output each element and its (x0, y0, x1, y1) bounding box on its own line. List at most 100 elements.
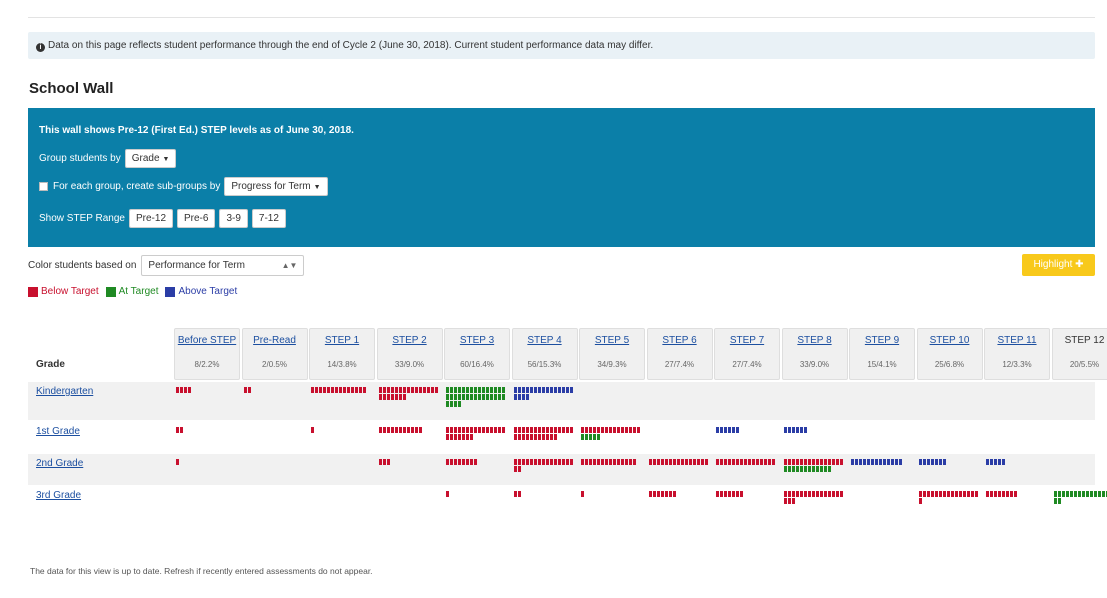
student-marker[interactable] (458, 394, 461, 400)
student-marker[interactable] (446, 434, 449, 440)
student-marker[interactable] (327, 387, 330, 393)
student-marker[interactable] (883, 459, 886, 465)
student-marker[interactable] (490, 394, 493, 400)
student-marker[interactable] (498, 394, 501, 400)
student-marker[interactable] (835, 491, 839, 497)
student-marker[interactable] (458, 401, 461, 407)
student-marker[interactable] (418, 427, 422, 433)
student-marker[interactable] (529, 459, 533, 465)
student-marker[interactable] (470, 427, 473, 433)
student-marker[interactable] (752, 459, 755, 465)
student-marker[interactable] (772, 459, 775, 465)
student-marker[interactable] (494, 387, 497, 393)
student-marker[interactable] (791, 491, 795, 497)
student-marker[interactable] (390, 394, 394, 400)
student-marker[interactable] (617, 459, 620, 465)
student-marker[interactable] (585, 434, 588, 440)
student-marker[interactable] (637, 427, 640, 433)
student-marker[interactable] (986, 459, 989, 465)
student-marker[interactable] (382, 394, 386, 400)
level-name[interactable]: STEP 5 (580, 335, 644, 346)
student-marker[interactable] (386, 387, 390, 393)
student-marker[interactable] (466, 427, 469, 433)
student-marker[interactable] (783, 459, 787, 465)
level-name[interactable]: STEP 7 (715, 335, 779, 346)
student-marker[interactable] (895, 459, 898, 465)
student-marker[interactable] (490, 387, 493, 393)
student-marker[interactable] (402, 394, 406, 400)
student-marker[interactable] (768, 459, 771, 465)
student-marker[interactable] (450, 434, 453, 440)
student-marker[interactable] (791, 427, 795, 433)
level-name[interactable]: Pre-Read (243, 335, 307, 346)
student-marker[interactable] (533, 387, 537, 393)
student-marker[interactable] (549, 427, 553, 433)
grade-link[interactable]: 1st Grade (36, 426, 80, 437)
student-marker[interactable] (589, 427, 592, 433)
student-marker[interactable] (525, 387, 529, 393)
student-marker[interactable] (875, 459, 878, 465)
student-marker[interactable] (839, 491, 843, 497)
student-marker[interactable] (1002, 491, 1005, 497)
student-marker[interactable] (553, 459, 557, 465)
student-marker[interactable] (315, 387, 318, 393)
student-marker[interactable] (601, 459, 604, 465)
level-header-step-1[interactable]: STEP 1 14/3.8% (309, 328, 375, 380)
student-marker[interactable] (744, 459, 747, 465)
student-marker[interactable] (513, 394, 517, 400)
student-marker[interactable] (787, 459, 791, 465)
student-marker[interactable] (863, 459, 866, 465)
student-marker[interactable] (1006, 491, 1009, 497)
student-marker[interactable] (950, 491, 954, 497)
student-marker[interactable] (891, 459, 894, 465)
student-marker[interactable] (450, 459, 453, 465)
student-marker[interactable] (474, 394, 477, 400)
student-marker[interactable] (652, 459, 656, 465)
student-marker[interactable] (815, 491, 819, 497)
student-marker[interactable] (756, 459, 759, 465)
student-marker[interactable] (517, 491, 521, 497)
student-marker[interactable] (1097, 491, 1101, 497)
student-marker[interactable] (581, 491, 584, 497)
level-name[interactable]: STEP 10 (918, 335, 982, 346)
student-marker[interactable] (724, 427, 727, 433)
student-marker[interactable] (819, 466, 823, 472)
student-marker[interactable] (565, 387, 569, 393)
student-marker[interactable] (1002, 459, 1005, 465)
student-marker[interactable] (652, 491, 656, 497)
student-marker[interactable] (470, 394, 473, 400)
color-by-select[interactable]: Performance for Term ▲▼ (141, 255, 305, 276)
student-marker[interactable] (966, 491, 970, 497)
student-marker[interactable] (553, 387, 557, 393)
student-marker[interactable] (513, 434, 517, 440)
level-header-before-step[interactable]: Before STEP 8/2.2% (174, 328, 240, 380)
student-marker[interactable] (819, 459, 823, 465)
student-marker[interactable] (1101, 491, 1105, 497)
level-header-step-8[interactable]: STEP 8 33/9.0% (781, 328, 848, 380)
student-marker[interactable] (494, 427, 497, 433)
range-button-3-9[interactable]: 3-9 (219, 209, 248, 228)
student-marker[interactable] (593, 434, 596, 440)
student-marker[interactable] (609, 459, 612, 465)
level-header-step-6[interactable]: STEP 6 27/7.4% (646, 328, 713, 380)
student-marker[interactable] (787, 427, 791, 433)
student-marker[interactable] (700, 459, 704, 465)
student-marker[interactable] (517, 394, 521, 400)
student-marker[interactable] (482, 387, 485, 393)
student-marker[interactable] (426, 387, 430, 393)
student-marker[interactable] (589, 434, 592, 440)
student-marker[interactable] (474, 427, 477, 433)
student-marker[interactable] (450, 401, 453, 407)
student-marker[interactable] (656, 459, 660, 465)
student-marker[interactable] (378, 427, 382, 433)
student-marker[interactable] (807, 491, 811, 497)
student-marker[interactable] (660, 491, 664, 497)
student-marker[interactable] (724, 459, 727, 465)
student-marker[interactable] (597, 459, 600, 465)
student-marker[interactable] (462, 427, 465, 433)
student-marker[interactable] (648, 491, 652, 497)
student-marker[interactable] (629, 459, 632, 465)
student-marker[interactable] (887, 459, 890, 465)
student-marker[interactable] (446, 401, 449, 407)
student-marker[interactable] (962, 491, 966, 497)
